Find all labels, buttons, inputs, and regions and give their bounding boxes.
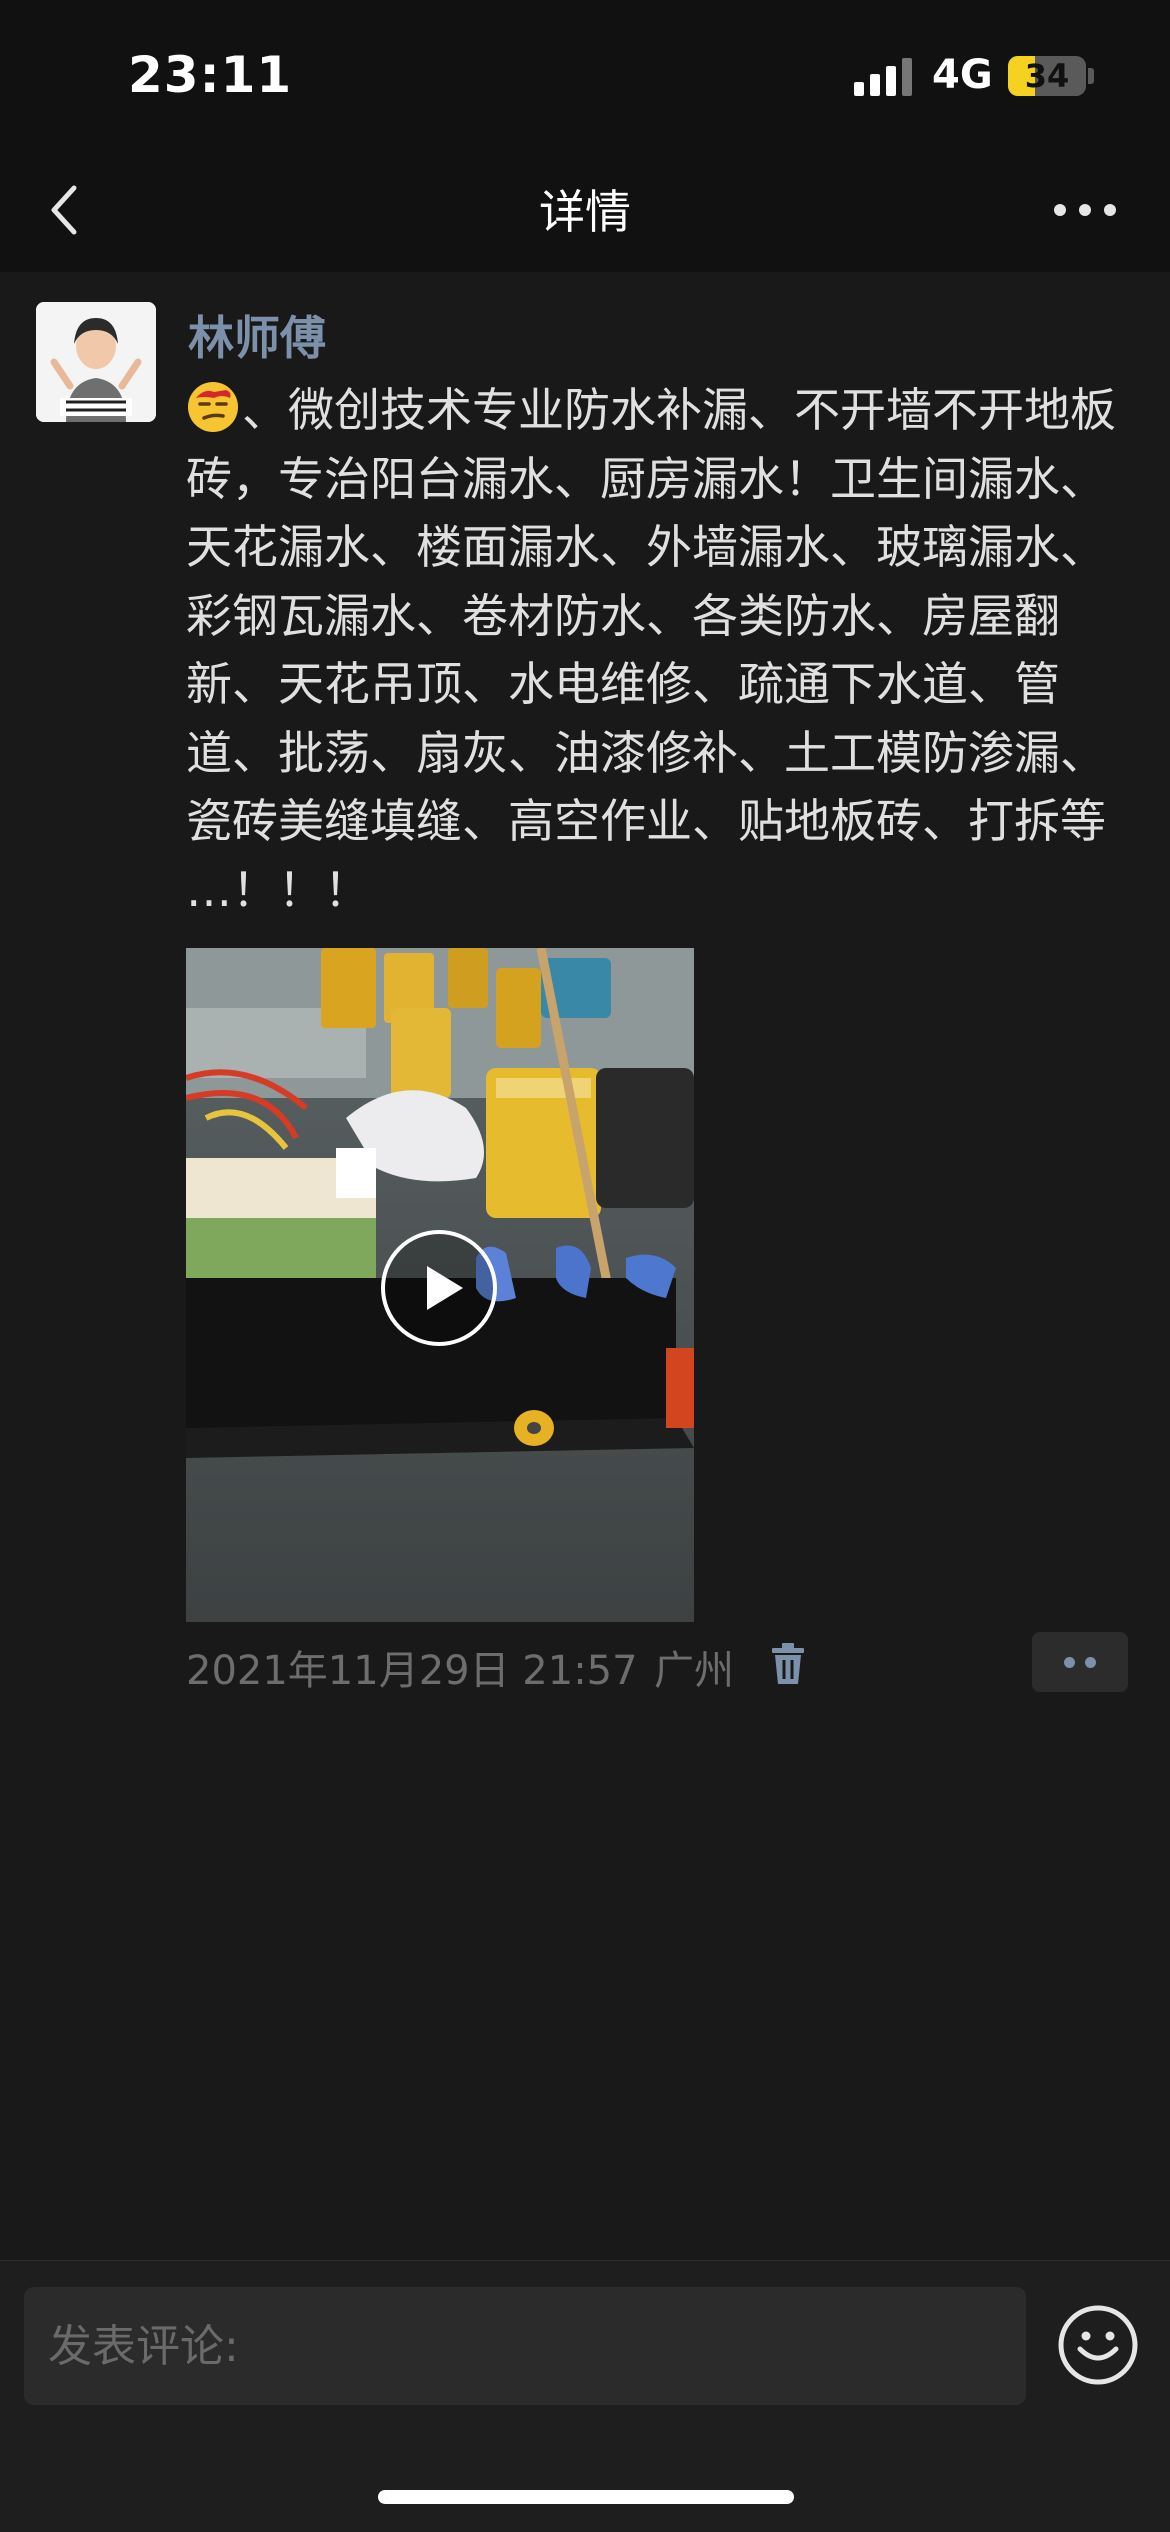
status-bar: 23:11 4G 34 bbox=[0, 0, 1170, 150]
smiley-icon bbox=[1058, 2305, 1138, 2385]
play-button[interactable] bbox=[379, 1228, 499, 1348]
post-location[interactable]: 广州 bbox=[654, 1638, 734, 1696]
moments-detail-page: 23:11 4G 34 详情 林师傅 、微创技术专业防水补漏、不开墙不开地板砖，… bbox=[0, 0, 1170, 2532]
play-icon bbox=[381, 1230, 497, 1346]
trash-icon bbox=[772, 1643, 804, 1684]
delete-button[interactable] bbox=[768, 1642, 808, 1686]
avatar[interactable] bbox=[36, 302, 156, 422]
status-time: 23:11 bbox=[128, 46, 293, 104]
network-label: 4G bbox=[932, 52, 993, 98]
more-button[interactable] bbox=[1040, 180, 1130, 240]
author-name[interactable]: 林师傅 bbox=[188, 302, 326, 368]
page-title: 详情 bbox=[539, 185, 631, 239]
ellipsis-icon bbox=[1054, 204, 1116, 216]
battery-tip bbox=[1088, 68, 1094, 84]
back-button[interactable] bbox=[30, 170, 110, 250]
chevron-left-icon bbox=[51, 185, 77, 235]
emoji-button[interactable] bbox=[1056, 2303, 1140, 2387]
post-text: 、微创技术专业防水补漏、不开墙不开地板砖，专治阳台漏水、厨房漏水！卫生间漏水、天… bbox=[186, 376, 1126, 924]
post-time: 2021年11月29日 21:57 bbox=[186, 1648, 638, 1694]
video-thumbnail[interactable] bbox=[186, 948, 694, 1622]
battery-level: 34 bbox=[1024, 57, 1070, 95]
battery-icon: 34 bbox=[1008, 56, 1086, 96]
nav-bar: 详情 bbox=[0, 150, 1170, 272]
avatar-image bbox=[36, 302, 156, 422]
signal-icon bbox=[854, 56, 914, 96]
like-comment-button[interactable] bbox=[1032, 1632, 1128, 1692]
smirking-face-emoji bbox=[188, 382, 238, 432]
home-indicator bbox=[378, 2490, 794, 2504]
two-dots-icon bbox=[1064, 1657, 1075, 1668]
two-dots-icon bbox=[1085, 1657, 1096, 1668]
comment-input[interactable] bbox=[24, 2287, 1026, 2405]
post-body: 、微创技术专业防水补漏、不开墙不开地板砖，专治阳台漏水、厨房漏水！卫生间漏水、天… bbox=[186, 383, 1116, 917]
